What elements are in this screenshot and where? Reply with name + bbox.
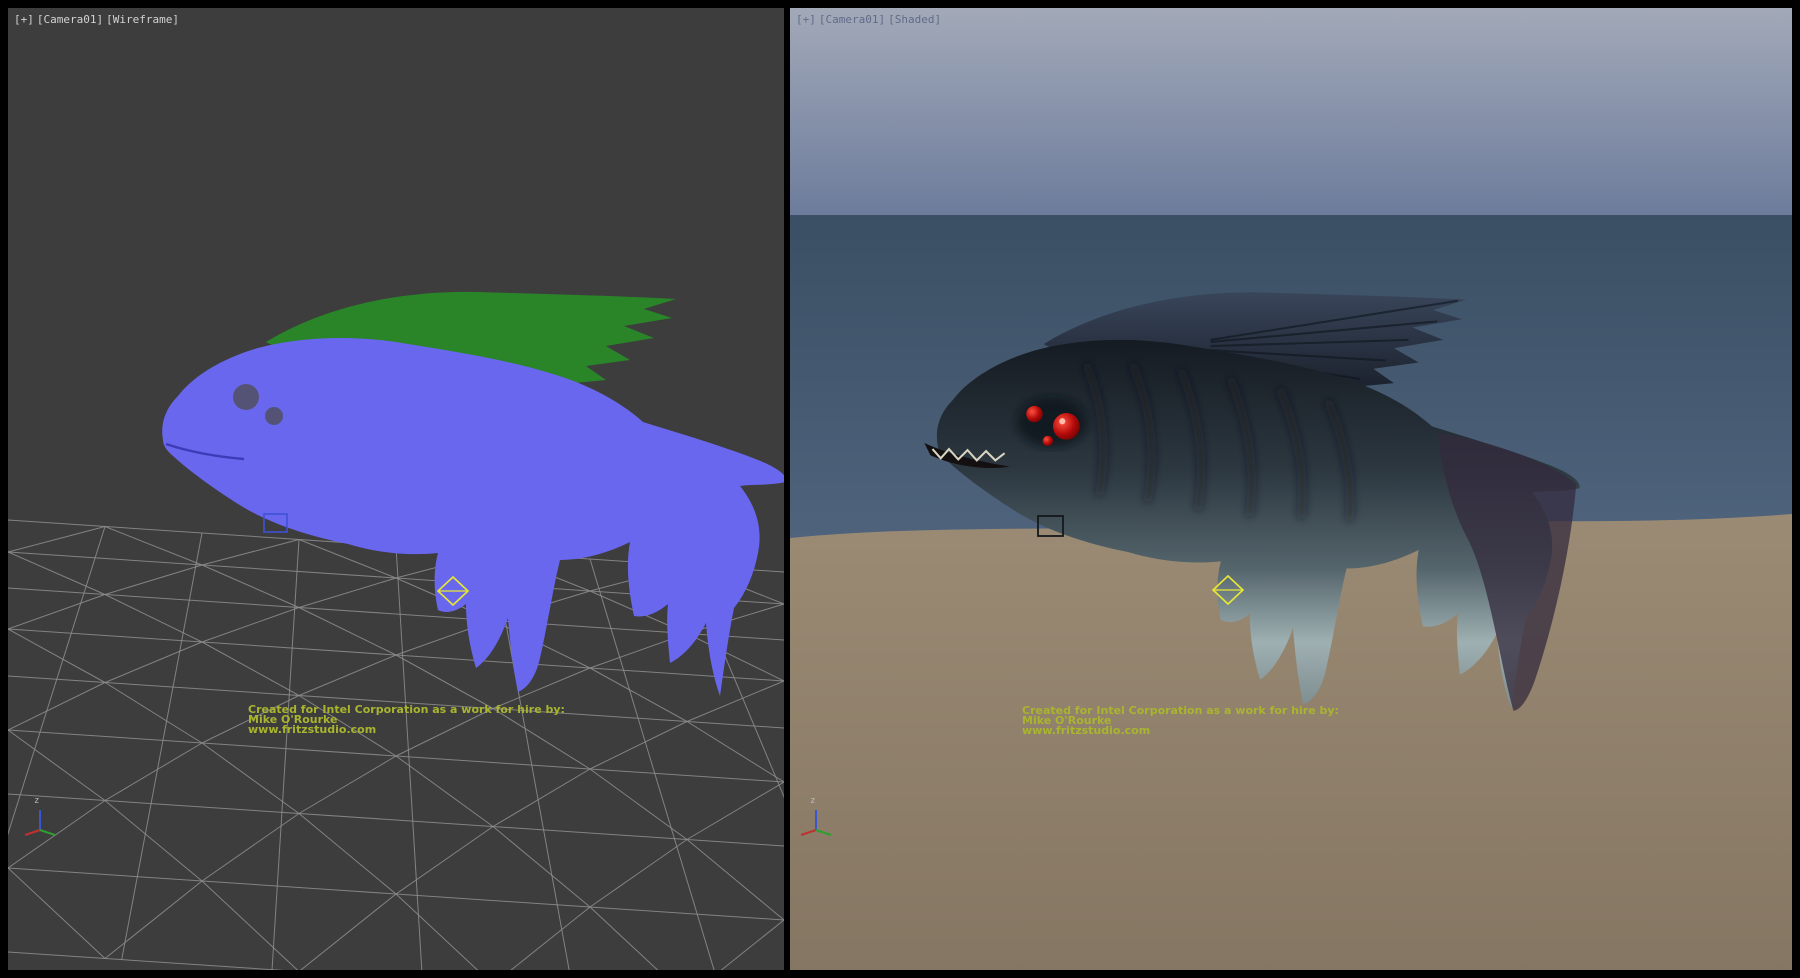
fish-eye-large — [1053, 413, 1080, 440]
axis-tripod-icon — [796, 800, 838, 842]
fish-eye-medium — [1026, 406, 1042, 422]
watermark-line-3: www.fritzstudio.com — [248, 725, 565, 735]
axis-tripod-icon — [20, 800, 62, 842]
viewport-canvas-left[interactable] — [8, 8, 784, 970]
fish-eye-small — [1043, 436, 1053, 446]
viewport-shading-menu[interactable]: [Wireframe] — [106, 13, 179, 26]
viewport-pov-menu[interactable]: [Camera01] — [37, 13, 103, 26]
viewport-canvas-right[interactable] — [790, 8, 1792, 970]
axis-z-label: z — [810, 796, 815, 806]
sky-background — [790, 8, 1792, 215]
viewport-pov-menu[interactable]: [Camera01] — [819, 13, 885, 26]
watermark-line-3: www.fritzstudio.com — [1022, 726, 1339, 736]
viewport-shading-menu[interactable]: [Shaded] — [888, 13, 941, 26]
axis-z-label: z — [34, 796, 39, 806]
fish-eye-spot-small — [265, 407, 283, 425]
app-root: { "viewports": { "left": { "controls": {… — [0, 0, 1800, 978]
viewport-wireframe[interactable]: [+] [Camera01] [Wireframe] Created for I… — [8, 8, 784, 970]
viewport-menu-left: [+] [Camera01] [Wireframe] — [14, 13, 179, 26]
watermark-text: Created for Intel Corporation as a work … — [248, 705, 565, 735]
viewport-general-menu[interactable]: [+] — [796, 13, 816, 26]
fish-eye-spot-large — [233, 384, 259, 410]
eye-highlight — [1059, 418, 1065, 424]
world-axis-tripod: z — [796, 800, 838, 842]
world-axis-tripod: z — [20, 800, 62, 842]
viewport-shaded[interactable]: [+] [Camera01] [Shaded] Created for Inte… — [790, 8, 1792, 970]
viewport-menu-right: [+] [Camera01] [Shaded] — [796, 13, 941, 26]
watermark-text: Created for Intel Corporation as a work … — [1022, 706, 1339, 736]
viewport-general-menu[interactable]: [+] — [14, 13, 34, 26]
